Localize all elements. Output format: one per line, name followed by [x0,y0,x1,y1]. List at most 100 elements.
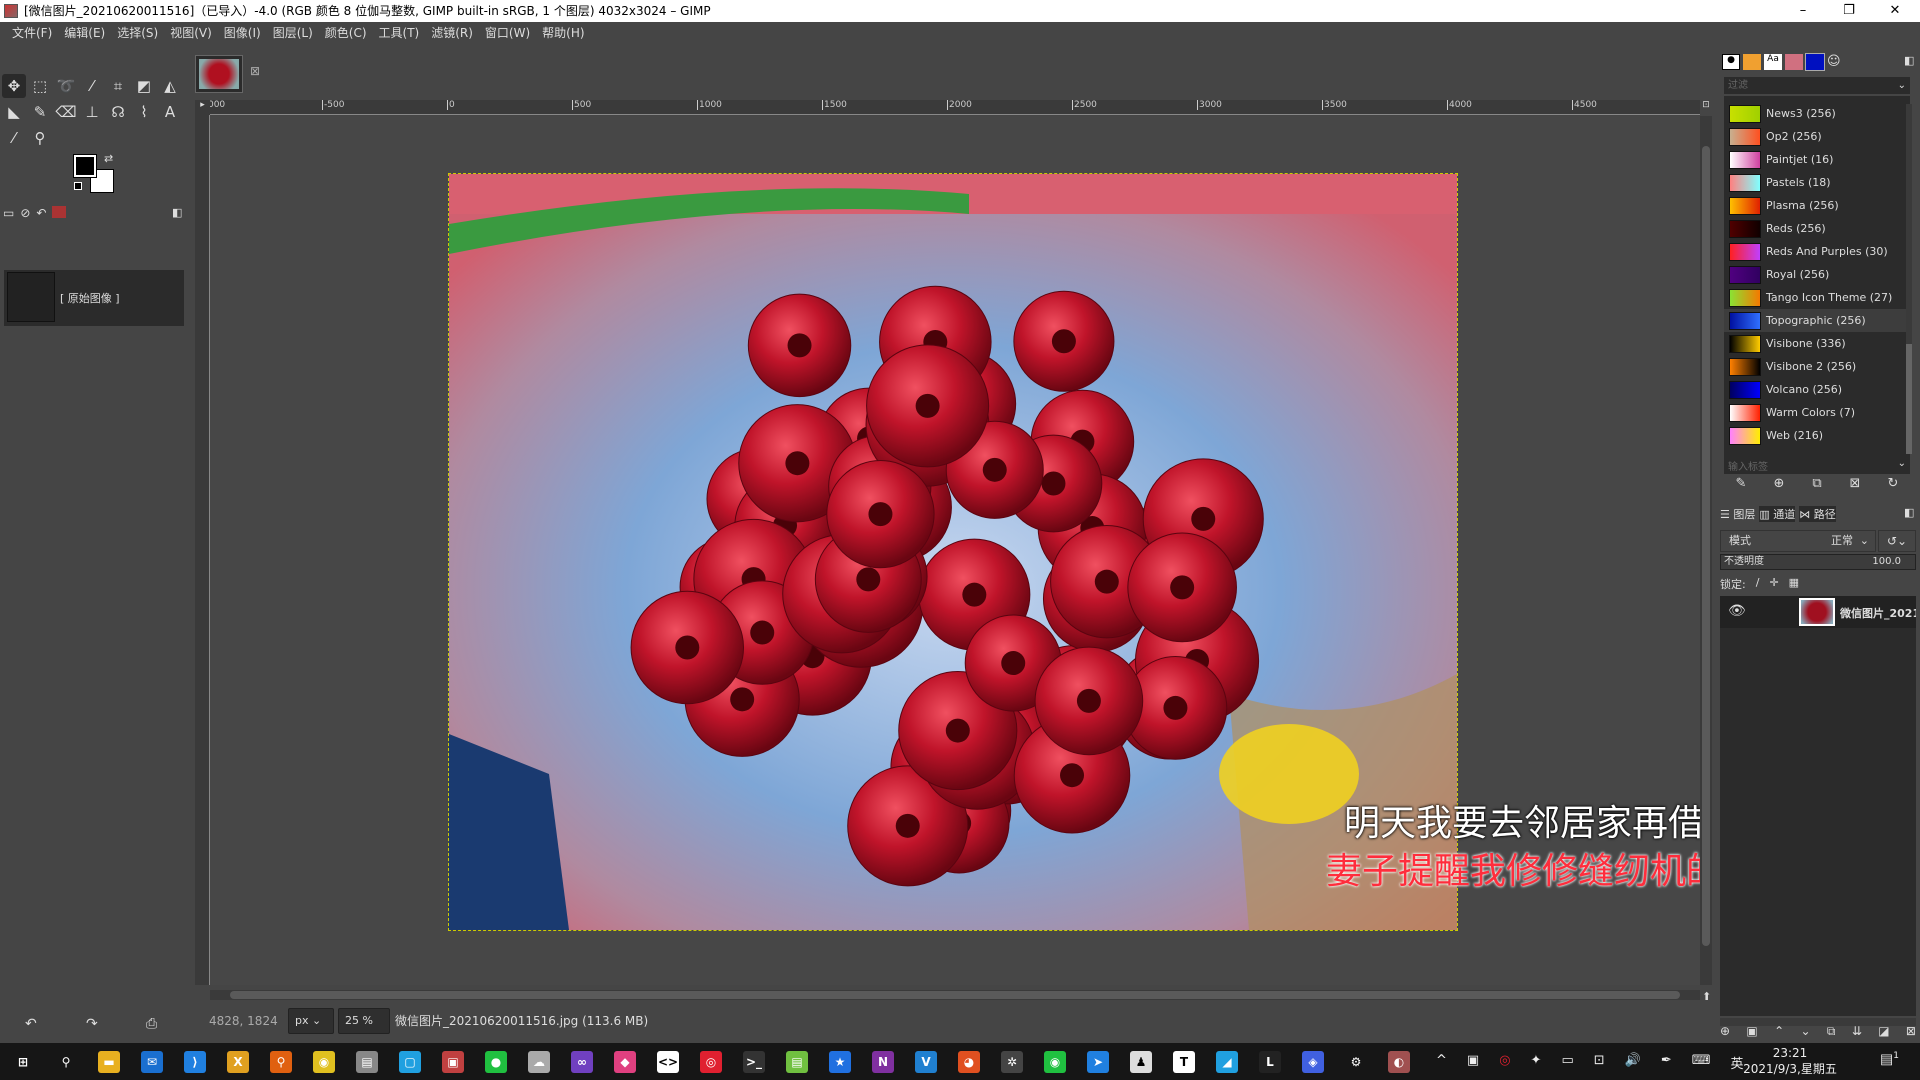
delete-layer-icon[interactable]: ⊠ [1906,1024,1916,1039]
free-select-icon[interactable]: ➰ [54,74,78,98]
app-star-icon[interactable]: ★ [829,1051,851,1073]
images-tab-icon[interactable] [52,206,67,218]
lock-pixels-icon[interactable]: / [1756,576,1760,592]
gradient-item[interactable]: Visibone (336) [1724,332,1910,355]
crop-icon[interactable]: ⌗ [106,74,130,98]
gradient-item[interactable]: Warm Colors (7) [1724,401,1910,424]
gradient-item[interactable]: Royal (256) [1724,263,1910,286]
pen-icon[interactable]: ✒ [1661,1053,1672,1072]
merge-layer-icon[interactable]: ⇊ [1852,1024,1862,1039]
tag-input[interactable]: 输入标签 ⌄ [1724,458,1910,474]
tray-app2-icon[interactable]: ✦ [1531,1053,1542,1072]
netease-music-icon[interactable]: ◎ [700,1051,722,1073]
opacity-slider[interactable]: 不透明度 100.0 [1720,554,1916,570]
horizontal-ruler[interactable]: -1000 -500 0 500 1000 1500 2000 2500 3000 3500 400… [210,100,1700,115]
redo-icon[interactable]: ↷ [86,1016,98,1032]
paths-icon[interactable]: ⌇ [132,100,156,124]
file-explorer-icon[interactable]: ▬ [98,1051,120,1073]
app-x-icon[interactable]: X [227,1051,249,1073]
mask-icon[interactable]: ◪ [1878,1024,1889,1039]
zoom-tool-icon[interactable]: ⚲ [28,126,52,150]
device-status-tab-icon[interactable]: ⊘ [20,206,30,220]
patterns-tab-icon[interactable] [1743,54,1761,70]
menu-file[interactable]: 文件(F) [6,22,58,44]
undo-icon[interactable]: ↶ [25,1016,37,1032]
menu-filters[interactable]: 滤镜(R) [425,22,479,44]
wechat-icon[interactable]: ● [485,1051,507,1073]
duplicate-gradient-icon[interactable]: ⧉ [1805,476,1829,491]
zoom-dropdown[interactable]: 25 % ⌄ [338,1008,390,1051]
palettes-tab-icon[interactable] [1785,54,1803,70]
gradients-tab-icon[interactable] [1805,53,1825,71]
gradient-item[interactable]: Op2 (256) [1724,125,1910,148]
tab-channels[interactable]: ▥ 通道 [1759,506,1796,522]
unit-dropdown[interactable]: px ⌄ [288,1008,334,1034]
smudge-icon[interactable]: ☊ [106,100,130,124]
notification-center-icon[interactable]: ▤1 [1880,1051,1899,1068]
menu-colors[interactable]: 颜色(C) [319,22,373,44]
app-gear-icon[interactable]: ✲ [1001,1051,1023,1073]
visual-studio-icon[interactable]: ∞ [571,1051,593,1073]
images-dock-tab-icon[interactable]: ☺ [1827,54,1845,70]
image-tab[interactable] [195,55,243,93]
bucket-fill-icon[interactable]: ◣ [2,100,26,124]
configure-tab-icon[interactable]: ◧ [172,206,182,219]
text-tool-icon[interactable]: A [158,100,182,124]
quick-mask-corner-icon[interactable]: ▸ [195,100,210,115]
fuzzy-select-icon[interactable]: ⁄ [80,74,104,98]
new-layer-group-icon[interactable]: ⊕ [1720,1024,1730,1039]
mail-icon[interactable]: ✉ [141,1051,163,1073]
tab-paths[interactable]: ⋈ 路径 [1799,506,1836,522]
gradient-item[interactable]: Topographic (256) [1724,309,1910,332]
app-qq-icon[interactable]: ♟ [1130,1051,1152,1073]
menu-image[interactable]: 图像(I) [218,22,267,44]
app-arrow-icon[interactable]: ➤ [1087,1051,1109,1073]
move-tool-icon[interactable]: ✥ [2,74,26,98]
app-printer-icon[interactable]: ▤ [356,1051,378,1073]
delete-gradient-icon[interactable]: ⊠ [1843,476,1867,491]
app-cloud-icon[interactable]: ☁ [528,1051,550,1073]
app-blue-icon[interactable]: ▢ [399,1051,421,1073]
maximize-button[interactable]: ❐ [1826,0,1872,22]
chrome-icon[interactable]: ◉ [313,1051,335,1073]
tray-app-icon[interactable]: ▣ [1467,1053,1479,1072]
spotify-icon[interactable]: ◉ [1044,1051,1066,1073]
swap-colors-icon[interactable]: ⇄ [104,152,113,165]
fonts-tab-icon[interactable]: Aa [1764,54,1782,70]
configure-layers-icon[interactable]: ◧ [1904,506,1914,519]
image-canvas[interactable]: 明天我要去邻居家再借点钱 妻子提醒我修修缝纫机的踏板 [210,116,1700,985]
clear-history-icon[interactable]: ⎙ [146,1016,157,1032]
paintbrush-icon[interactable]: ✎ [28,100,52,124]
search-app-icon[interactable]: ⚲ [270,1051,292,1073]
eraser-icon[interactable]: ⌫ [54,100,78,124]
vertical-ruler[interactable] [195,115,210,985]
tray-netease-icon[interactable]: ◎ [1499,1053,1510,1072]
filter-input[interactable]: 过滤 ⌄ [1724,77,1910,94]
undo-history-tab-icon[interactable]: ↶ [36,206,46,220]
refresh-gradients-icon[interactable]: ↻ [1881,476,1905,491]
gradient-item[interactable]: Plasma (256) [1724,194,1910,217]
app-photo-icon[interactable]: ▣ [442,1051,464,1073]
gradient-item[interactable]: Reds And Purples (30) [1724,240,1910,263]
gimp-icon[interactable]: ◐ [1388,1051,1410,1073]
vertical-scrollbar[interactable] [1700,116,1712,985]
clone-icon[interactable]: ⊥ [80,100,104,124]
raise-layer-icon[interactable]: ⌃ [1774,1024,1784,1039]
onenote-icon[interactable]: N [872,1051,894,1073]
warp-transform-icon[interactable]: ◭ [158,74,182,98]
app-feather-icon[interactable]: ◢ [1216,1051,1238,1073]
app-l-icon[interactable]: L [1259,1051,1281,1073]
gradient-item[interactable]: Paintjet (16) [1724,148,1910,171]
vscode-icon[interactable]: ⟩ [184,1051,206,1073]
terminal-icon[interactable]: >_ [743,1051,765,1073]
gradient-item[interactable]: Reds (256) [1724,217,1910,240]
history-item[interactable]: [ 原始图像 ] [60,290,120,306]
app-code-icon[interactable]: <> [657,1051,679,1073]
tool-options-tab-icon[interactable]: ▭ [3,206,14,220]
mode-dropdown[interactable]: 模式 正常 ⌄ [1720,530,1876,552]
edit-gradient-icon[interactable]: ✎ [1729,476,1753,491]
composite-mode-dropdown[interactable]: ↺⌄ [1878,530,1916,552]
menu-tools[interactable]: 工具(T) [373,22,426,44]
menu-help[interactable]: 帮助(H) [536,22,590,44]
network-icon[interactable]: ⊡ [1594,1053,1605,1072]
